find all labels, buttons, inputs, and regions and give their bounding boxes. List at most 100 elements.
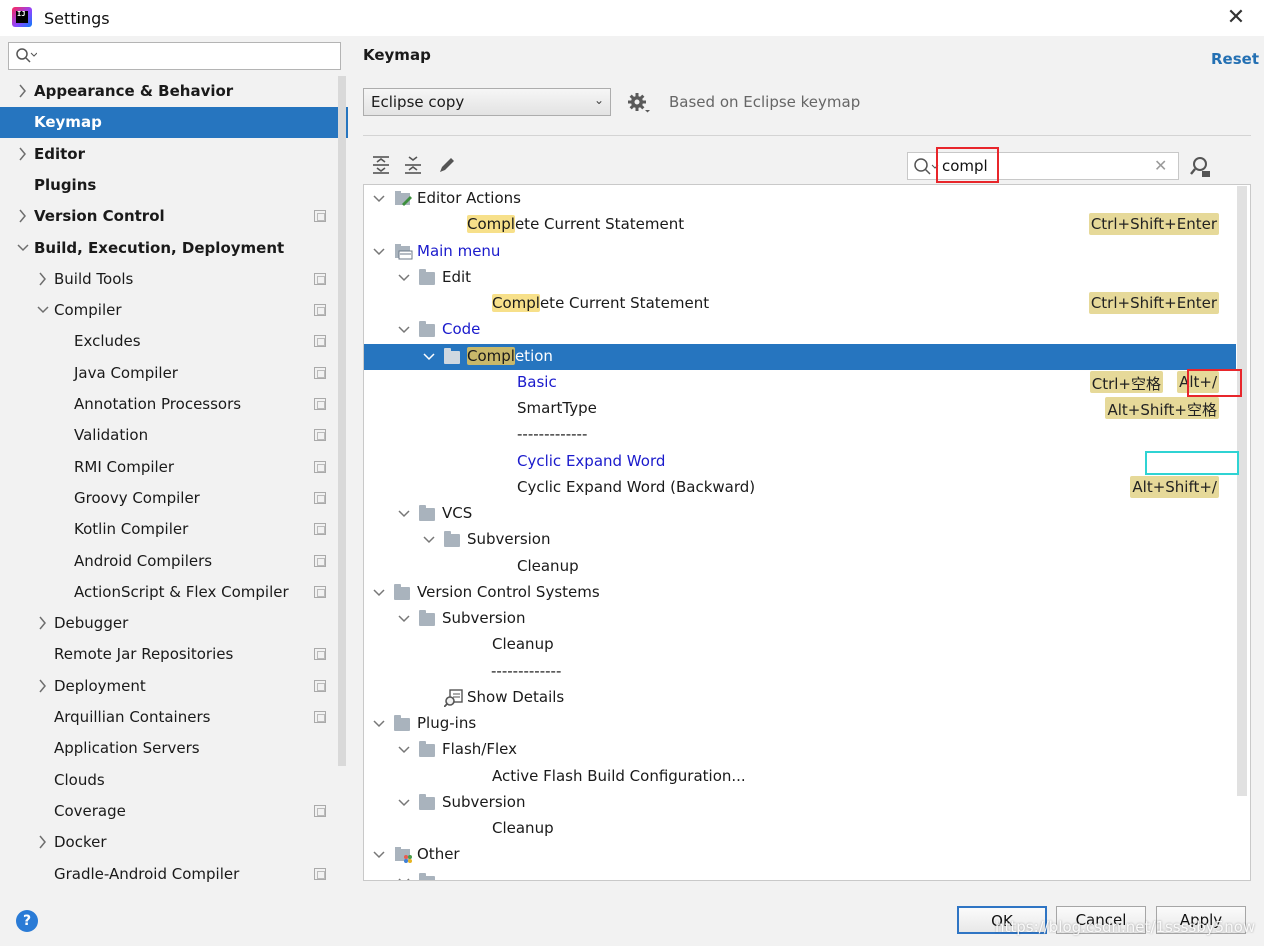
sidebar-item-excludes[interactable]: Excludes (0, 326, 348, 357)
sidebar-item-plugins[interactable]: Plugins (0, 170, 348, 201)
find-by-shortcut-icon[interactable] (1188, 155, 1212, 179)
sidebar-item-version-control[interactable]: Version Control (0, 201, 348, 232)
sidebar-item-android-compilers[interactable]: Android Compilers (0, 546, 348, 577)
tree-row[interactable]: Basic Alt+/Ctrl+空格 (364, 370, 1236, 396)
tree-row[interactable]: Cyclic Expand Word (364, 449, 1236, 475)
sidebar-item-gradle-android-compiler[interactable]: Gradle-Android Compiler (0, 859, 348, 890)
clear-icon[interactable]: ✕ (1154, 156, 1167, 175)
sidebar-item-build-execution-deployment[interactable]: Build, Execution, Deployment (0, 233, 348, 264)
sidebar-item-application-servers[interactable]: Application Servers (0, 733, 348, 764)
tree-row[interactable]: Version Control Systems (364, 580, 1236, 606)
label-text: Cyclic Expand Word (517, 451, 666, 470)
chevron-down-icon[interactable] (372, 846, 386, 868)
tree-row[interactable]: Subversion (364, 790, 1236, 816)
pencil-icon[interactable] (436, 153, 458, 177)
chevron-down-icon[interactable] (397, 610, 411, 632)
sidebar-item-docker[interactable]: Docker (0, 827, 348, 858)
chevron-right-icon[interactable] (36, 270, 50, 288)
settings-search-field[interactable] (8, 42, 341, 70)
tree-row[interactable]: Cleanup (364, 554, 1236, 580)
sidebar-item-appearance-behavior[interactable]: Appearance & Behavior (0, 76, 348, 107)
sidebar-item-java-compiler[interactable]: Java Compiler (0, 358, 348, 389)
tree-row[interactable]: Complete Current Statement Ctrl+Shift+Ent… (364, 291, 1236, 317)
action-label: Cleanup (492, 819, 554, 837)
sidebar-item-clouds[interactable]: Clouds (0, 765, 348, 796)
folder-icon (394, 583, 410, 600)
collapse-all-icon[interactable] (402, 153, 424, 177)
chevron-down-icon[interactable] (397, 873, 411, 880)
tree-row[interactable]: Active Flash Build Configuration... (364, 764, 1236, 790)
sidebar-item-compiler[interactable]: Compiler (0, 295, 348, 326)
sidebar-item-coverage[interactable]: Coverage (0, 796, 348, 827)
action-label: Other (417, 845, 460, 863)
tree-row[interactable]: Show Details (364, 685, 1236, 711)
reset-link[interactable]: Reset (1211, 50, 1259, 68)
project-settings-icon (314, 679, 326, 692)
sidebar-item-rmi-compiler[interactable]: RMI Compiler (0, 452, 348, 483)
chevron-down-icon[interactable] (372, 243, 386, 265)
chevron-down-icon[interactable] (397, 269, 411, 291)
tree-row-partial[interactable] (364, 869, 1236, 880)
sidebar-item-arquillian-containers[interactable]: Arquillian Containers (0, 702, 348, 733)
chevron-down-icon[interactable] (372, 584, 386, 606)
chevron-down-icon[interactable] (372, 715, 386, 737)
sidebar-item-editor[interactable]: Editor (0, 139, 348, 170)
sidebar-item-keymap[interactable]: Keymap (0, 107, 348, 139)
chevron-down-icon[interactable] (397, 794, 411, 816)
chevron-right-icon[interactable] (36, 614, 50, 632)
tree-row[interactable]: SmartType Alt+Shift+空格 (364, 396, 1236, 422)
chevron-right-icon[interactable] (16, 207, 30, 225)
chevron-right-icon[interactable] (36, 833, 50, 851)
close-window-button[interactable]: ✕ (1222, 4, 1250, 32)
chevron-down-icon[interactable] (397, 741, 411, 763)
sidebar-item-groovy-compiler[interactable]: Groovy Compiler (0, 483, 348, 514)
sidebar-item-kotlin-compiler[interactable]: Kotlin Compiler (0, 514, 348, 545)
action-label: Plug-ins (417, 714, 476, 732)
sidebar-item-debugger[interactable]: Debugger (0, 608, 348, 639)
tree-row[interactable]: Main menu (364, 239, 1236, 265)
label-text: Subversion (442, 792, 526, 811)
tree-row[interactable]: Cleanup (364, 816, 1236, 842)
tree-row[interactable]: ------------- (364, 659, 1236, 685)
action-label: Subversion (442, 609, 526, 627)
tree-row[interactable]: VCS (364, 501, 1236, 527)
tree-row[interactable]: Plug-ins (364, 711, 1236, 737)
nav-scrollbar[interactable] (338, 76, 346, 766)
tree-row[interactable]: Cleanup (364, 632, 1236, 658)
chevron-right-icon[interactable] (36, 677, 50, 695)
tree-row[interactable]: Cyclic Expand Word (Backward) Alt+Shift+/ (364, 475, 1236, 501)
gear-icon[interactable] (626, 90, 652, 116)
chevron-down-icon[interactable] (36, 301, 50, 319)
tree-row[interactable]: Complete Current Statement Ctrl+Shift+Ent… (364, 212, 1236, 238)
project-settings-icon (314, 429, 326, 442)
tree-row[interactable]: Completion (364, 343, 1236, 370)
tree-row[interactable]: ------------- (364, 422, 1236, 448)
tree-scrollbar[interactable] (1237, 186, 1247, 796)
chevron-right-icon[interactable] (16, 145, 30, 163)
chevron-down-icon[interactable] (397, 505, 411, 527)
chevron-down-icon[interactable] (16, 239, 30, 257)
chevron-down-icon[interactable] (397, 321, 411, 343)
label-text: Subversion (442, 609, 526, 627)
sidebar-item-build-tools[interactable]: Build Tools (0, 264, 348, 295)
chevron-right-icon[interactable] (16, 82, 30, 100)
sidebar-item-annotation-processors[interactable]: Annotation Processors (0, 389, 348, 420)
tree-row[interactable]: Flash/Flex (364, 737, 1236, 763)
sidebar-item-deployment[interactable]: Deployment (0, 671, 348, 702)
keymap-select[interactable]: Eclipse copy ⌄ (363, 88, 611, 116)
search-icon (15, 47, 38, 69)
tree-row[interactable]: Subversion (364, 606, 1236, 632)
expand-all-icon[interactable] (370, 153, 392, 177)
help-button[interactable]: ? (16, 910, 38, 932)
sidebar-item-remote-jar-repositories[interactable]: Remote Jar Repositories (0, 639, 348, 670)
sidebar-item-actionscript-flex-compiler[interactable]: ActionScript & Flex Compiler (0, 577, 348, 608)
tree-row[interactable]: Subversion (364, 527, 1236, 553)
tree-row[interactable]: Edit (364, 265, 1236, 291)
sidebar-item-validation[interactable]: Validation (0, 420, 348, 451)
tree-row[interactable]: Code (364, 317, 1236, 343)
chevron-down-icon[interactable] (422, 348, 436, 370)
chevron-down-icon[interactable] (372, 190, 386, 212)
tree-row[interactable]: Other (364, 842, 1236, 868)
tree-row[interactable]: Editor Actions (364, 186, 1236, 212)
chevron-down-icon[interactable] (422, 531, 436, 553)
